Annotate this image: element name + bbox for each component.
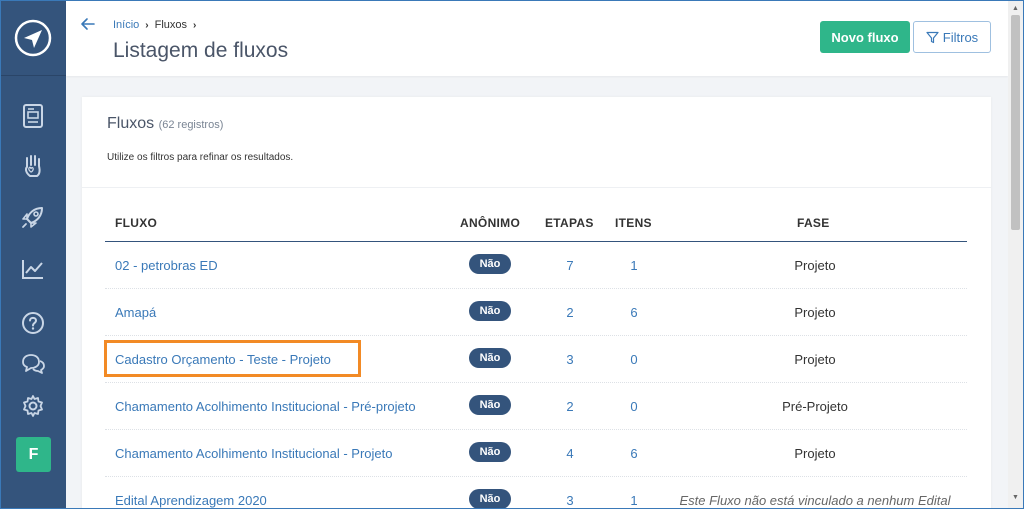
anonymous-badge: Não [469,395,511,415]
anonymous-badge: Não [469,348,511,368]
steps-count-link[interactable]: 3 [555,493,585,508]
table-row: 02 - petrobras ED Não 7 1 Projeto [105,242,967,289]
filters-button[interactable]: Filtros [913,21,991,53]
card-title-text: Fluxos [107,115,155,132]
page-header: Início › Fluxos › Listagem de fluxos Nov… [66,0,1008,76]
phase-text: Projeto [794,305,836,320]
anonymous-badge: Não [469,301,511,321]
flow-name-link[interactable]: Chamamento Acolhimento Institucional - P… [115,399,416,414]
anonymous-badge: Não [469,254,511,274]
column-header-phase[interactable]: FASE [797,216,830,230]
phase-text: Projeto [794,352,836,367]
steps-count-link[interactable]: 2 [555,305,585,320]
phase-text: Projeto [794,258,836,273]
rocket-icon[interactable] [19,203,47,231]
flows-card: Fluxos (62 registros) Utilize os filtros… [82,97,991,509]
filter-hint: Utilize os filtros para refinar os resul… [107,152,294,163]
document-icon[interactable] [19,102,47,130]
logo-icon [14,19,52,56]
items-count-link[interactable]: 1 [619,258,649,273]
record-count: (62 registros) [158,119,224,131]
steps-count-link[interactable]: 7 [555,258,585,273]
chart-line-icon[interactable] [19,255,47,283]
filters-button-label: Filtros [942,29,979,45]
steps-count-link[interactable]: 3 [555,352,585,367]
help-icon[interactable] [19,309,47,337]
gear-icon[interactable] [19,392,47,420]
table-header: FLUXO ANÔNIMO ETAPAS ITENS FASE [105,207,967,242]
flow-name-link[interactable]: Edital Aprendizagem 2020 [115,493,267,508]
items-count-link[interactable]: 6 [619,446,649,461]
phase-text: Projeto [794,446,836,461]
page-title: Listagem de fluxos [113,39,289,62]
new-flow-button[interactable]: Novo fluxo [820,21,910,53]
steps-count-link[interactable]: 2 [555,399,585,414]
divider [82,187,991,188]
chevron-right-icon: › [193,19,197,31]
app-logo[interactable] [0,0,66,76]
flow-name-link[interactable]: 02 - petrobras ED [115,258,218,273]
items-count-link[interactable]: 6 [619,305,649,320]
scrollbar-thumb[interactable] [1011,15,1020,230]
items-count-link[interactable]: 0 [619,352,649,367]
vertical-scrollbar[interactable]: ▲ ▼ [1008,0,1023,509]
filter-icon [926,31,939,43]
breadcrumb-home-link[interactable]: Início [113,19,139,31]
table-row: Chamamento Acolhimento Institucional - P… [105,383,967,430]
highlight-box [104,340,361,377]
chevron-right-icon: › [145,19,149,31]
flow-name-link[interactable]: Amapá [115,305,156,320]
column-header-steps[interactable]: ETAPAS [545,216,594,230]
card-title: Fluxos (62 registros) [107,115,223,133]
steps-count-link[interactable]: 4 [555,446,585,461]
back-arrow-icon[interactable] [80,16,96,32]
breadcrumb-current: Fluxos [154,19,188,31]
column-header-items[interactable]: ITENS [615,216,652,230]
scroll-down-arrow-icon[interactable]: ▼ [1012,494,1019,501]
flow-name-link[interactable]: Chamamento Acolhimento Institucional - P… [115,446,392,461]
column-header-anonymous[interactable]: ANÔNIMO [460,216,520,230]
anonymous-badge: Não [469,442,511,462]
phase-text: Este Fluxo não está vinculado a nenhum E… [679,493,951,508]
phase-text: Pré-Projeto [782,399,848,414]
anonymous-badge: Não [469,489,511,509]
table-row: Chamamento Acolhimento Institucional - P… [105,430,967,477]
sidebar: F [0,0,66,509]
table-row: Amapá Não 2 6 Projeto [105,289,967,336]
items-count-link[interactable]: 1 [619,493,649,508]
items-count-link[interactable]: 0 [619,399,649,414]
breadcrumb: Início › Fluxos › [113,19,196,31]
table-row: Edital Aprendizagem 2020 Não 3 1 Este Fl… [105,477,967,509]
column-header-flow[interactable]: FLUXO [115,216,157,230]
user-avatar[interactable]: F [16,437,51,472]
hand-heart-icon[interactable] [19,152,47,180]
scroll-up-arrow-icon[interactable]: ▲ [1012,5,1019,12]
chat-icon[interactable] [19,350,47,378]
